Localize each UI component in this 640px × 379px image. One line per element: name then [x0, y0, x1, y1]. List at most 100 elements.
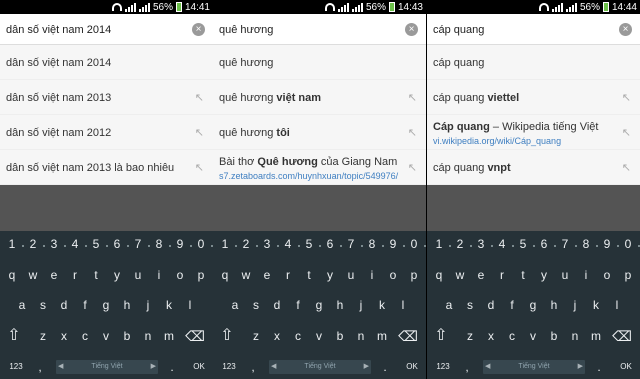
key-w[interactable]: w — [450, 263, 470, 287]
key-r[interactable]: r — [278, 263, 298, 287]
key-n[interactable]: n — [565, 324, 585, 348]
ok-key[interactable]: OK — [615, 355, 637, 379]
key-i[interactable]: i — [576, 263, 596, 287]
mode-switch-key[interactable]: 123 — [2, 355, 30, 379]
key-z[interactable]: z — [460, 324, 480, 348]
key-b[interactable]: b — [330, 324, 350, 348]
key-f[interactable]: f — [502, 293, 522, 317]
key-l[interactable]: l — [393, 293, 413, 317]
ok-key[interactable]: OK — [401, 355, 423, 379]
key-x[interactable]: x — [267, 324, 287, 348]
key-o[interactable]: o — [597, 263, 617, 287]
key-y[interactable]: y — [320, 263, 340, 287]
suggestion-url[interactable]: vi.wikipedia.org/wiki/Cáp_quang — [433, 136, 561, 146]
fill-query-arrow-icon[interactable]: ↖ — [195, 126, 204, 139]
key-5[interactable]: 5 — [86, 232, 106, 256]
key-k[interactable]: k — [372, 293, 392, 317]
key-r[interactable]: r — [492, 263, 512, 287]
key-v[interactable]: v — [523, 324, 543, 348]
key-x[interactable]: x — [54, 324, 74, 348]
key-t[interactable]: t — [86, 263, 106, 287]
key-9[interactable]: 9 — [597, 232, 617, 256]
search-box[interactable]: dân số việt nam 2014 × — [0, 14, 213, 45]
space-bar[interactable]: ◀ Tiếng Việt ▶ — [56, 360, 158, 374]
key-c[interactable]: c — [502, 324, 522, 348]
key-9[interactable]: 9 — [383, 232, 403, 256]
key-2[interactable]: 2 — [450, 232, 470, 256]
fill-query-arrow-icon[interactable]: ↖ — [195, 91, 204, 104]
suggestion-item[interactable]: cáp quang viettel ↖ — [427, 80, 640, 115]
fill-query-arrow-icon[interactable]: ↖ — [622, 161, 631, 174]
key-b[interactable]: b — [544, 324, 564, 348]
suggestion-item[interactable]: dân số việt nam 2012 ↖ — [0, 115, 213, 150]
key-y[interactable]: y — [107, 263, 127, 287]
mode-switch-key[interactable]: 123 — [429, 355, 457, 379]
search-box[interactable]: cáp quang × — [427, 14, 640, 45]
key-0[interactable]: 0 — [404, 232, 424, 256]
key-l[interactable]: l — [180, 293, 200, 317]
key-t[interactable]: t — [299, 263, 319, 287]
suggestion-item[interactable]: quê hương tôi ↖ — [213, 115, 426, 150]
key-g[interactable]: g — [96, 293, 116, 317]
period-key[interactable]: . — [375, 355, 395, 379]
key-2[interactable]: 2 — [236, 232, 256, 256]
key-g[interactable]: g — [523, 293, 543, 317]
key-n[interactable]: n — [351, 324, 371, 348]
shift-key[interactable]: ⇧ — [431, 324, 451, 348]
key-6[interactable]: 6 — [534, 232, 554, 256]
key-1[interactable]: 1 — [2, 232, 22, 256]
fill-query-arrow-icon[interactable]: ↖ — [622, 91, 631, 104]
key-3[interactable]: 3 — [471, 232, 491, 256]
key-4[interactable]: 4 — [492, 232, 512, 256]
key-h[interactable]: h — [544, 293, 564, 317]
suggestion-item[interactable]: cáp quang — [427, 45, 640, 80]
key-p[interactable]: p — [618, 263, 638, 287]
key-o[interactable]: o — [383, 263, 403, 287]
search-input[interactable]: quê hương — [219, 24, 273, 36]
key-u[interactable]: u — [341, 263, 361, 287]
key-p[interactable]: p — [191, 263, 211, 287]
key-x[interactable]: x — [481, 324, 501, 348]
search-input[interactable]: cáp quang — [433, 24, 484, 36]
key-f[interactable]: f — [75, 293, 95, 317]
ok-key[interactable]: OK — [188, 355, 210, 379]
key-a[interactable]: a — [12, 293, 32, 317]
key-c[interactable]: c — [75, 324, 95, 348]
suggestion-item[interactable]: Bài thơ Quê hương của Giang Nam s7.zetabo… — [213, 150, 426, 185]
key-d[interactable]: d — [54, 293, 74, 317]
fill-query-arrow-icon[interactable]: ↖ — [195, 161, 204, 174]
key-i[interactable]: i — [362, 263, 382, 287]
key-v[interactable]: v — [309, 324, 329, 348]
suggestion-url[interactable]: s7.zetaboards.com/huynhxuan/topic/549976… — [219, 171, 398, 181]
key-h[interactable]: h — [330, 293, 350, 317]
key-m[interactable]: m — [372, 324, 392, 348]
key-a[interactable]: a — [439, 293, 459, 317]
key-s[interactable]: s — [33, 293, 53, 317]
key-o[interactable]: o — [170, 263, 190, 287]
key-4[interactable]: 4 — [65, 232, 85, 256]
key-y[interactable]: y — [534, 263, 554, 287]
fill-query-arrow-icon[interactable]: ↖ — [408, 126, 417, 139]
key-q[interactable]: q — [215, 263, 235, 287]
key-p[interactable]: p — [404, 263, 424, 287]
suggestion-item[interactable]: Cáp quang – Wikipedia tiếng Việt vi.wikip… — [427, 115, 640, 150]
comma-key[interactable]: , — [30, 355, 50, 379]
key-z[interactable]: z — [246, 324, 266, 348]
fill-query-arrow-icon[interactable]: ↖ — [622, 126, 631, 139]
key-7[interactable]: 7 — [341, 232, 361, 256]
key-j[interactable]: j — [138, 293, 158, 317]
key-u[interactable]: u — [555, 263, 575, 287]
key-4[interactable]: 4 — [278, 232, 298, 256]
suggestion-item[interactable]: cáp quang vnpt ↖ — [427, 150, 640, 185]
key-k[interactable]: k — [159, 293, 179, 317]
key-q[interactable]: q — [2, 263, 22, 287]
clear-icon[interactable]: × — [405, 23, 418, 36]
clear-icon[interactable]: × — [619, 23, 632, 36]
key-8[interactable]: 8 — [576, 232, 596, 256]
key-b[interactable]: b — [117, 324, 137, 348]
key-t[interactable]: t — [513, 263, 533, 287]
key-7[interactable]: 7 — [555, 232, 575, 256]
key-c[interactable]: c — [288, 324, 308, 348]
mode-switch-key[interactable]: 123 — [215, 355, 243, 379]
key-6[interactable]: 6 — [107, 232, 127, 256]
